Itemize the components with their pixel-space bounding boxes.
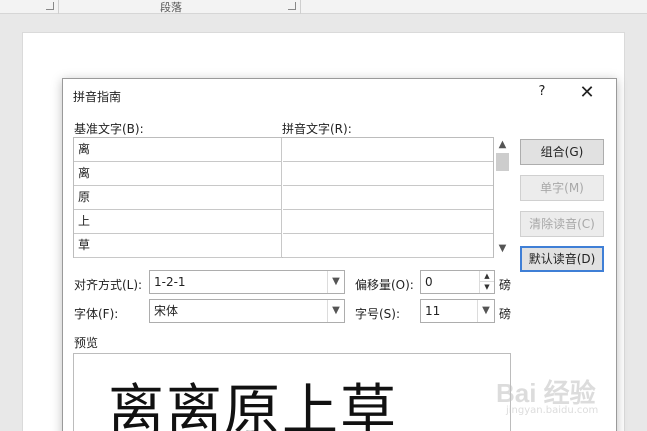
ruby-text-label: 拼音文字(R):	[282, 122, 352, 136]
grid-row: 离	[74, 162, 493, 186]
chevron-down-icon[interactable]: ▼	[497, 243, 508, 255]
chevron-up-icon[interactable]: ▲	[497, 139, 508, 151]
baidu-watermark-logo: Bai 经验 jingyan.baidu.com	[496, 365, 646, 425]
group-button[interactable]: 组合(G)	[520, 139, 604, 165]
size-value: 11	[425, 304, 441, 318]
ruby-text-cell[interactable]	[283, 138, 493, 162]
offset-value: 0	[425, 275, 433, 289]
dialog-launcher-icon[interactable]	[46, 2, 54, 10]
ribbon-separator	[58, 0, 59, 14]
close-button[interactable]: ✕	[573, 83, 601, 105]
dialog-titlebar: 拼音指南 ? ✕	[63, 79, 616, 111]
font-value: 宋体	[154, 304, 179, 318]
help-button[interactable]: ?	[533, 84, 551, 104]
chevron-down-icon[interactable]: ▼	[327, 271, 344, 293]
chevron-down-icon[interactable]: ▼	[327, 300, 344, 322]
scrollbar-thumb[interactable]	[496, 153, 509, 171]
ribbon-strip: 段落	[0, 0, 647, 14]
paragraph-dialog-launcher-icon[interactable]	[288, 2, 296, 10]
clear-reading-button[interactable]: 清除读音(C)	[520, 211, 604, 237]
base-text-cell[interactable]: 离	[74, 138, 282, 162]
grid-row: 上	[74, 210, 493, 234]
base-text-cell[interactable]: 原	[74, 186, 282, 210]
ribbon-separator	[300, 0, 301, 14]
size-unit: 磅	[499, 307, 512, 321]
base-text-cell[interactable]: 离	[74, 162, 282, 186]
chevron-down-icon[interactable]: ▼	[477, 300, 494, 322]
alignment-select[interactable]: 1-2-1 ▼	[149, 270, 345, 294]
offset-label: 偏移量(O):	[355, 278, 414, 292]
grid-scrollbar[interactable]: ▲ ▼	[495, 137, 510, 258]
ruby-text-cell[interactable]	[283, 186, 493, 210]
grid-row: 离	[74, 138, 493, 162]
preview-text: 离离原上草	[108, 379, 398, 431]
paragraph-group-label: 段落	[160, 1, 182, 14]
base-text-cell[interactable]: 草	[74, 234, 282, 258]
default-reading-button[interactable]: 默认读音(D)	[520, 246, 604, 272]
spin-up-icon[interactable]: ▲	[480, 271, 494, 282]
size-label: 字号(S):	[355, 307, 401, 321]
preview-box: 离离原上草	[73, 353, 511, 431]
ruby-text-cell[interactable]	[283, 234, 493, 258]
grid-row: 原	[74, 186, 493, 210]
base-text-label: 基准文字(B):	[74, 122, 144, 136]
size-select[interactable]: 11 ▼	[420, 299, 495, 323]
offset-unit: 磅	[499, 278, 512, 292]
offset-spin-buttons[interactable]: ▲ ▼	[479, 271, 494, 293]
font-label: 字体(F):	[74, 307, 119, 321]
dialog-title: 拼音指南	[73, 90, 122, 104]
preview-label: 预览	[74, 336, 99, 350]
watermark-subtext: jingyan.baidu.com	[506, 405, 599, 416]
mono-button[interactable]: 单字(M)	[520, 175, 604, 201]
font-select[interactable]: 宋体 ▼	[149, 299, 345, 323]
ruby-text-cell[interactable]	[283, 162, 493, 186]
alignment-value: 1-2-1	[154, 275, 186, 289]
spin-down-icon[interactable]: ▼	[480, 282, 494, 293]
offset-spinner[interactable]: 0 ▲ ▼	[420, 270, 495, 294]
base-text-cell[interactable]: 上	[74, 210, 282, 234]
grid-row: 草	[74, 234, 493, 258]
alignment-label: 对齐方式(L):	[74, 278, 143, 292]
phonetic-grid: 离 离 原 上 草	[73, 137, 494, 258]
ruby-text-cell[interactable]	[283, 210, 493, 234]
